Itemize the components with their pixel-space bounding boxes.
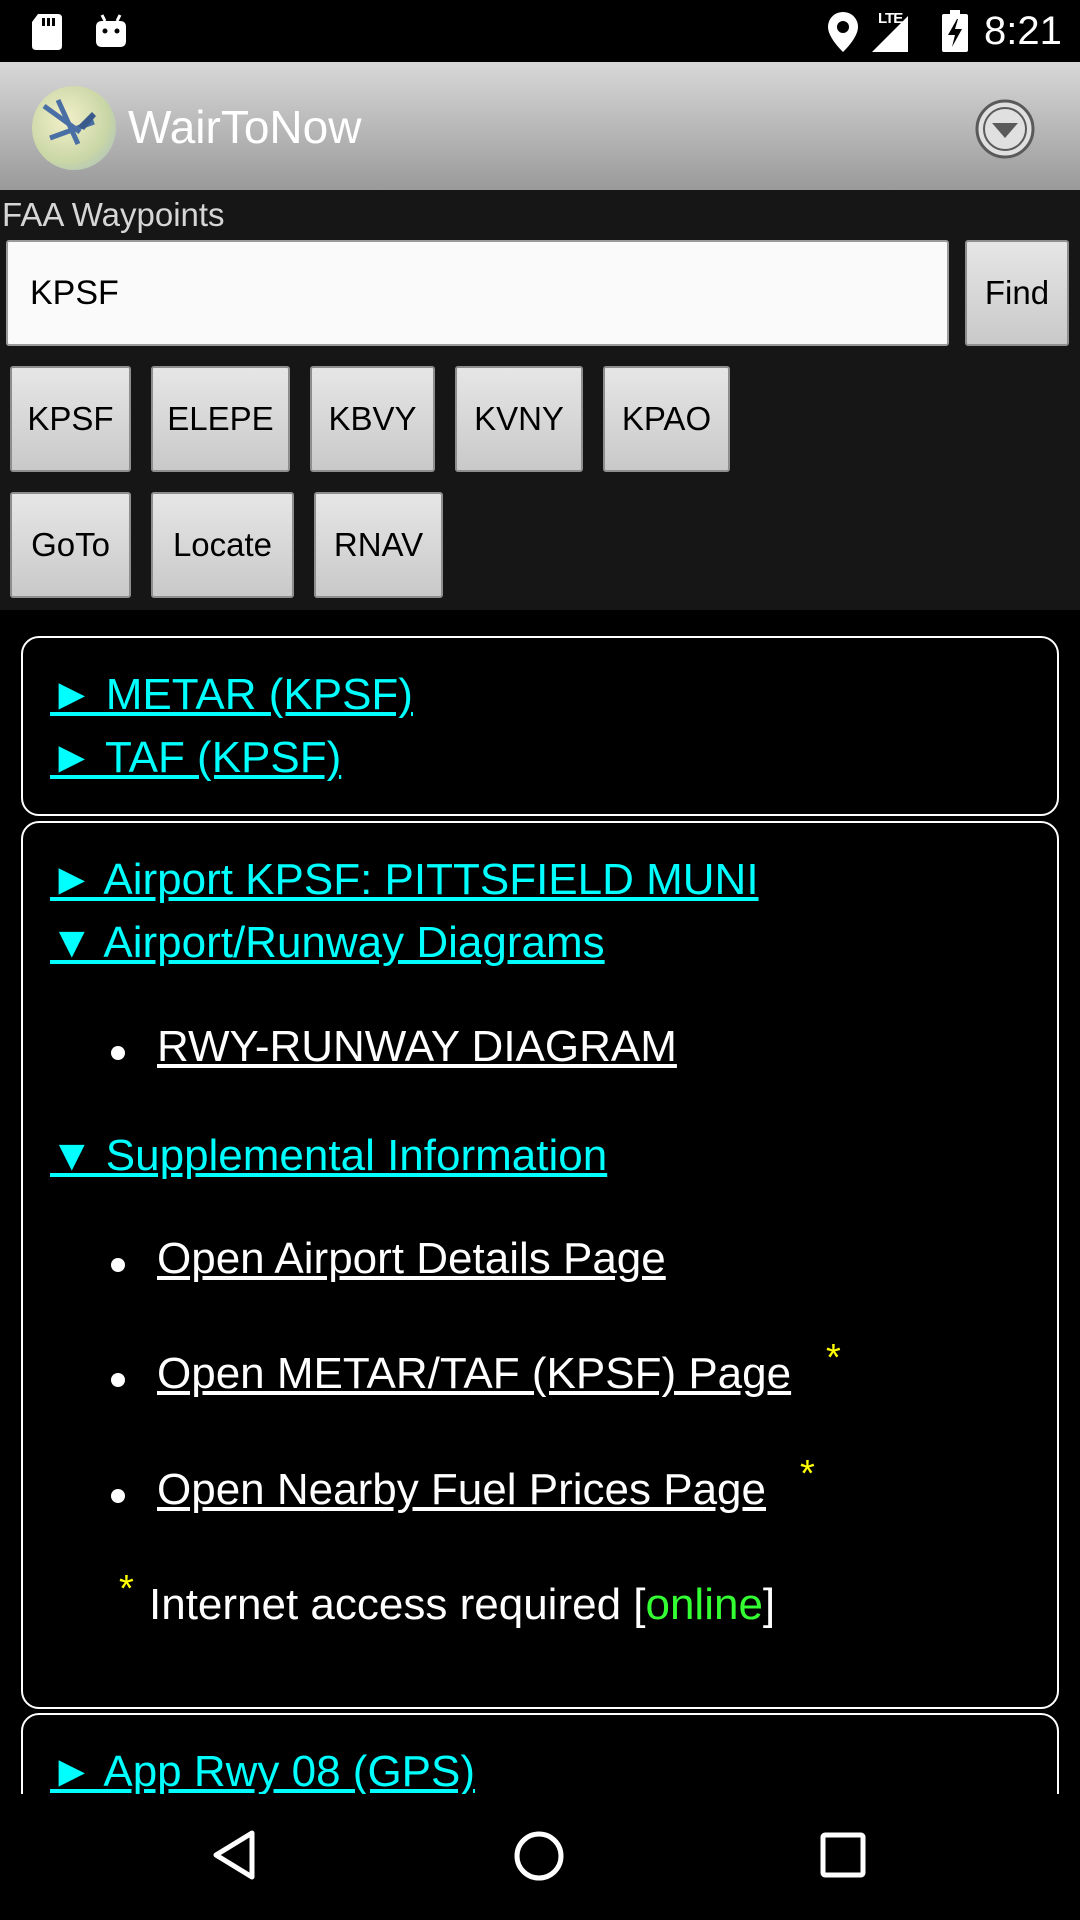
online-status: online — [645, 1580, 763, 1629]
approach-card-viewport: ► App Rwy 08 (GPS) — [0, 1713, 1080, 1794]
battery-charging-icon — [942, 10, 968, 52]
signal-icon — [872, 16, 908, 52]
approach-link[interactable]: ► App Rwy 08 (GPS) — [50, 1747, 475, 1794]
metar-taf-page-link[interactable]: Open METAR/TAF (KPSF) Page — [157, 1349, 791, 1399]
recent-waypoint-button[interactable]: KVNY — [455, 366, 583, 472]
app-logo-icon — [32, 86, 116, 170]
metar-link[interactable]: ► METAR (KPSF) — [50, 670, 413, 720]
online-required-star: * — [826, 1337, 841, 1379]
weather-card: ► METAR (KPSF) ► TAF (KPSF) — [21, 636, 1059, 816]
waypoint-panel: FAA Waypoints Find KPSF ELEPE KBVY KVNY … — [0, 190, 1080, 610]
note-suffix: ] — [762, 1580, 776, 1629]
status-bar: LTE 8:21 — [0, 0, 1080, 62]
android-icon — [96, 14, 126, 47]
taf-link[interactable]: ► TAF (KPSF) — [50, 733, 341, 783]
airport-info-link[interactable]: ► Airport KPSF: PITTSFIELD MUNI — [50, 855, 759, 905]
waypoint-search-input[interactable] — [6, 240, 949, 346]
goto-button[interactable]: GoTo — [10, 492, 131, 598]
dropdown-circle-icon[interactable] — [975, 99, 1035, 159]
locate-button[interactable]: Locate — [151, 492, 294, 598]
list-bullet — [111, 1258, 125, 1272]
runway-diagram-link[interactable]: RWY-RUNWAY DIAGRAM — [157, 1022, 677, 1072]
find-button[interactable]: Find — [965, 240, 1069, 346]
recent-waypoint-button[interactable]: KPAO — [603, 366, 730, 472]
note-prefix: Internet access required [ — [149, 1580, 646, 1629]
location-icon — [828, 12, 858, 52]
airport-details-link[interactable]: Open Airport Details Page — [157, 1234, 666, 1284]
internet-required-note: Internet access required [online] — [149, 1580, 775, 1630]
waypoints-label: FAA Waypoints — [2, 196, 225, 233]
rnav-button[interactable]: RNAV — [314, 492, 443, 598]
fuel-prices-link[interactable]: Open Nearby Fuel Prices Page — [157, 1465, 766, 1515]
app-title: WairToNow — [128, 101, 362, 153]
app-bar: WairToNow — [0, 62, 1080, 190]
runway-diagrams-toggle[interactable]: ▼ Airport/Runway Diagrams — [50, 918, 605, 968]
note-star: * — [119, 1568, 134, 1610]
online-required-star: * — [800, 1453, 815, 1495]
airport-card: ► Airport KPSF: PITTSFIELD MUNI ▼ Airpor… — [21, 821, 1059, 1709]
recent-waypoint-button[interactable]: KBVY — [310, 366, 435, 472]
home-icon[interactable] — [513, 1830, 565, 1882]
clock: 8:21 — [984, 9, 1062, 53]
navigation-bar — [0, 1794, 1080, 1920]
list-bullet — [111, 1373, 125, 1387]
recent-waypoint-button[interactable]: ELEPE — [151, 366, 290, 472]
supplemental-info-toggle[interactable]: ▼ Supplemental Information — [50, 1131, 607, 1181]
sd-card-icon — [32, 14, 62, 50]
list-bullet — [111, 1046, 125, 1060]
recents-icon[interactable] — [820, 1832, 866, 1878]
back-icon[interactable] — [212, 1830, 256, 1880]
approach-card: ► App Rwy 08 (GPS) — [21, 1713, 1059, 1794]
list-bullet — [111, 1489, 125, 1503]
recent-waypoint-button[interactable]: KPSF — [10, 366, 131, 472]
